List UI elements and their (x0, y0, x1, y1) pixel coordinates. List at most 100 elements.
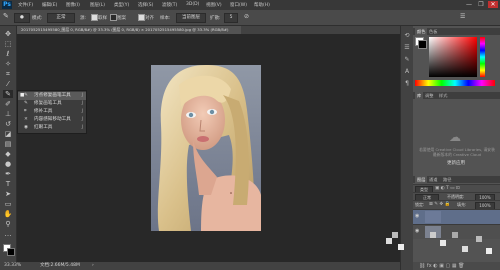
brush-tool-icon[interactable]: ✐ (3, 100, 13, 108)
brush-preset-picker[interactable]: ● (14, 13, 30, 23)
menu-view[interactable]: 视图(V) (206, 2, 222, 8)
color-picker-field[interactable] (429, 37, 477, 77)
crop-tool-icon[interactable]: ⌗ (3, 70, 13, 78)
red-eye-tool-item[interactable]: ◉ 红眼工具 J (18, 124, 86, 132)
source-label: 源: (80, 16, 87, 21)
zoom-level[interactable]: 33.33% (4, 262, 21, 270)
restore-button[interactable]: ❐ (476, 1, 486, 8)
shape-tool-icon[interactable]: ▭ (3, 200, 13, 208)
brush-panel-icon[interactable]: ✎ (403, 56, 411, 64)
healing-brush-item[interactable]: ✎ 修复画笔工具 J (18, 100, 86, 108)
eyedropper-tool-icon[interactable]: ⁄ (3, 80, 13, 88)
menu-select[interactable]: 选择(S) (138, 2, 153, 8)
spot-healing-brush-item[interactable]: ■ ✎ 污点修复画笔工具 J (18, 92, 86, 100)
tab-styles[interactable]: 样式 (439, 92, 447, 99)
pattern-option: 图案 (117, 16, 126, 21)
layer-row-selected[interactable]: ◉ (413, 209, 500, 224)
tab-layers[interactable]: 图层 (415, 176, 428, 183)
visibility-eye-icon[interactable]: ◉ (415, 213, 419, 219)
menu-file[interactable]: 文件(F) (18, 2, 33, 8)
blur-tool-icon[interactable]: ◆ (3, 150, 13, 158)
cc-libraries-message: 若要使用 Creative Cloud Libraries, 请安装最新版本的 … (419, 147, 495, 157)
patch-tool-item[interactable]: ⌗ 修补工具 J (18, 108, 86, 116)
background-color-swatch[interactable] (7, 248, 15, 256)
gradient-tool-icon[interactable]: ▤ (3, 140, 13, 148)
portrait-image (151, 65, 261, 231)
layer-thumbnail (425, 211, 441, 223)
layers-panel-tabs: 图层 通道 路径 (413, 176, 500, 183)
menu-window[interactable]: 窗口(W) (230, 2, 247, 8)
panel-background-swatch[interactable] (418, 40, 427, 49)
sampled-radio[interactable] (91, 14, 98, 21)
menu-help[interactable]: 帮助(H) (254, 2, 270, 8)
portrait-photo[interactable] (151, 65, 261, 231)
history-brush-tool-icon[interactable]: ↺ (3, 120, 13, 128)
aligned-checkbox[interactable] (138, 14, 145, 21)
decorative-pixel (430, 232, 436, 238)
patch-icon: ⌗ (24, 109, 27, 114)
quick-select-tool-icon[interactable]: ✧ (3, 60, 13, 68)
decorative-pixel (476, 236, 482, 242)
eraser-tool-icon[interactable]: ◪ (3, 130, 13, 138)
clone-stamp-tool-icon[interactable]: ⊥ (3, 110, 13, 118)
content-aware-move-item[interactable]: ✕ 内容感知移动工具 J (18, 116, 86, 124)
minimize-button[interactable]: — (464, 1, 474, 8)
dodge-tool-icon[interactable]: ● (3, 160, 13, 168)
tab-channels[interactable]: 通道 (429, 176, 437, 183)
status-menu-arrow[interactable]: › (92, 262, 94, 270)
move-tool-icon[interactable]: ✥ (3, 30, 13, 38)
pattern-radio[interactable] (110, 14, 117, 21)
flyout-item-label: 修复画笔工具 (34, 101, 62, 106)
marquee-tool-icon[interactable]: ⬚ (3, 40, 13, 48)
healing-brush-tool-icon[interactable]: ✎ (3, 90, 13, 98)
color-spectrum-bar[interactable] (415, 80, 495, 86)
paragraph-panel-icon[interactable]: ¶ (403, 80, 411, 88)
sample-select[interactable]: 当前图层 (176, 13, 206, 23)
menu-filter[interactable]: 滤镜(T) (162, 2, 177, 8)
hand-tool-icon[interactable]: ✋ (3, 210, 13, 218)
more-tools-icon[interactable]: … (3, 230, 13, 238)
document-size: 文档:2.66M/5.48M (40, 263, 80, 268)
hue-slider[interactable] (480, 37, 485, 77)
decorative-pixel (462, 246, 468, 252)
flyout-item-label: 修补工具 (34, 109, 53, 114)
tab-libraries[interactable]: 库 (415, 92, 424, 99)
menu-edit[interactable]: 编辑(E) (42, 2, 57, 8)
close-button[interactable]: ✕ (488, 1, 498, 8)
layer-filter-icons[interactable]: ▣ ◐ T ▭ ⊡ (435, 186, 460, 191)
workspace-icon[interactable]: ☰ (460, 13, 465, 20)
menu-layer[interactable]: 图层(L) (90, 2, 105, 8)
menu-type[interactable]: 类型(Y) (114, 2, 129, 8)
layer-footer-icons[interactable]: ⛓ fx ◐ ▣ ▢ ▦ 🗑 (419, 263, 465, 269)
brush-tool-icon[interactable]: ✎ (3, 12, 9, 20)
path-select-tool-icon[interactable]: ➤ (3, 190, 13, 198)
visibility-eye-icon[interactable]: ◉ (415, 228, 419, 234)
update-app-button[interactable]: 更新应用 (437, 160, 475, 168)
tab-swatches[interactable]: 色板 (429, 28, 437, 35)
mode-label: 模式: (32, 16, 43, 21)
diffusion-input[interactable]: 5 (224, 13, 238, 23)
menu-3d[interactable]: 3D(D) (186, 2, 199, 7)
flyout-item-shortcut: J (81, 93, 83, 98)
type-tool-icon[interactable]: T (3, 180, 13, 188)
tab-color[interactable]: 颜色 (415, 28, 428, 35)
mode-select[interactable]: 正常 (47, 13, 75, 23)
spot-healing-icon: ✎ (24, 93, 28, 98)
tab-adjustments[interactable]: 调整 (425, 92, 433, 99)
properties-panel-icon[interactable]: ☰ (403, 44, 411, 52)
decorative-pixel (398, 244, 404, 250)
pen-tool-icon[interactable]: ✒ (3, 170, 13, 178)
document-tab[interactable]: 2017052515495580_图层 0, RGB/8#) @ 33.3% (… (18, 26, 241, 34)
lasso-tool-icon[interactable]: ℓ (3, 50, 13, 58)
pressure-icon[interactable]: ⊘ (244, 13, 249, 20)
character-panel-icon[interactable]: A (403, 68, 411, 76)
history-panel-icon[interactable]: ⟲ (403, 32, 411, 40)
zoom-tool-icon[interactable]: ⚲ (3, 220, 13, 228)
fill-label: 填充: (457, 202, 467, 207)
tab-paths[interactable]: 路径 (443, 176, 451, 183)
options-bar: ✎ ● 模式: 正常 源: 取样 图案 对齐 样本: 当前图层 扩散: 5 ⊘ … (0, 10, 500, 26)
photoshop-logo: Ps (2, 1, 12, 9)
lock-icons[interactable]: ⊠ ✎ ✥ 🔒 (429, 202, 450, 207)
tools-panel: ✥ ⬚ ℓ ✧ ⌗ ⁄ ✎ ✐ ⊥ ↺ ◪ ▤ ◆ ● ✒ T ➤ ▭ ✋ ⚲ … (0, 26, 17, 262)
menu-image[interactable]: 图像(I) (66, 2, 80, 8)
